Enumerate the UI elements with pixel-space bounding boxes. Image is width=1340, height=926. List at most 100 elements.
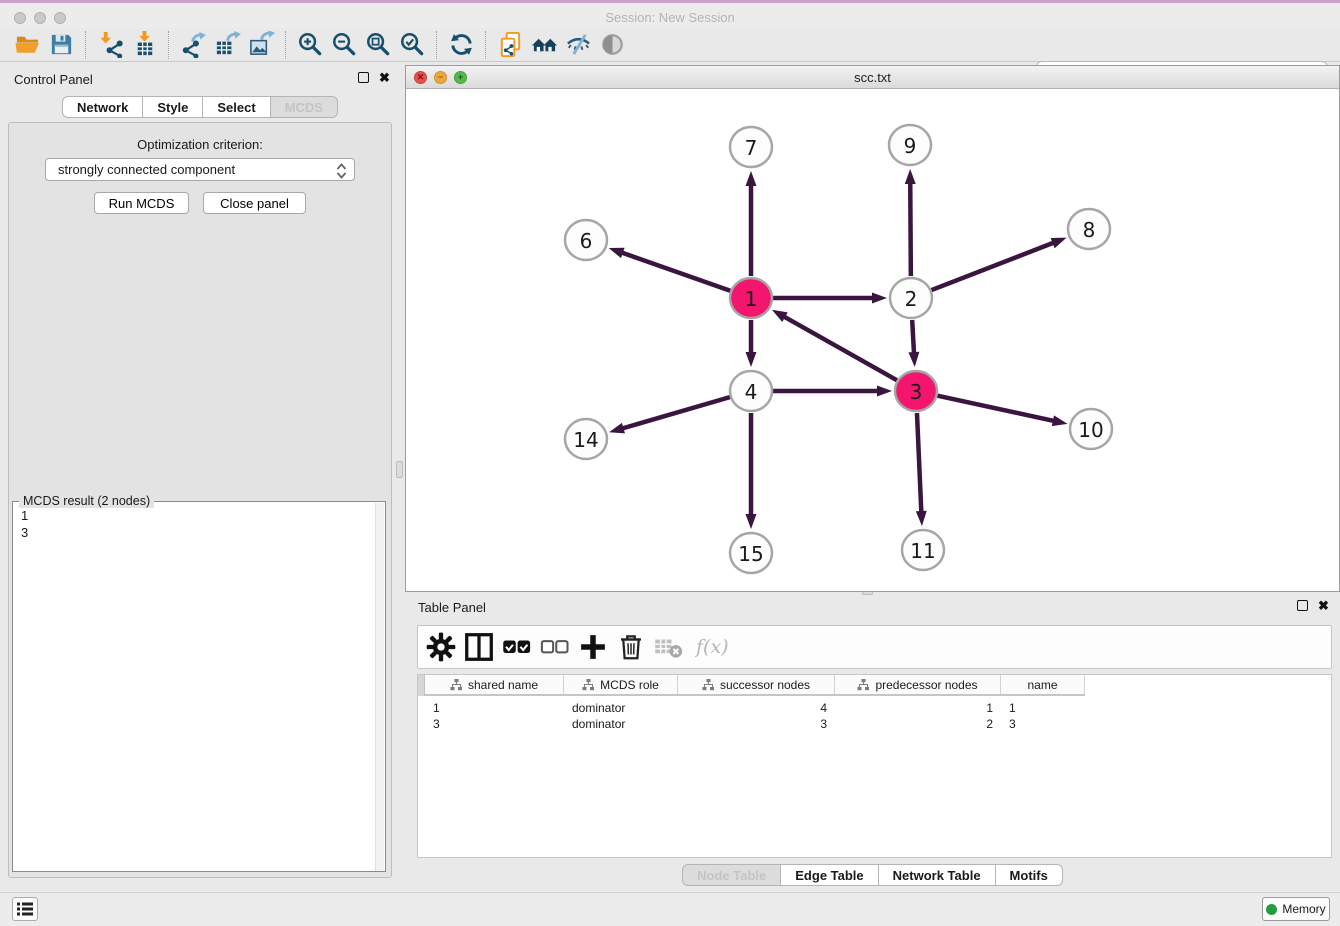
column-header-label: shared name (468, 678, 538, 692)
select-all-icon[interactable] (502, 632, 532, 662)
column-header-shared-name[interactable]: shared name (425, 675, 564, 694)
float-panel-icon[interactable] (358, 72, 369, 83)
run-mcds-button[interactable]: Run MCDS (94, 192, 189, 214)
task-history-button[interactable] (12, 897, 38, 921)
graph-edge-arrow (872, 293, 887, 304)
column-header-mcds-role[interactable]: MCDS role (564, 675, 678, 694)
graph-edge-2-9[interactable] (910, 180, 911, 276)
graph-edge-4-14[interactable] (620, 397, 730, 429)
deselect-all-icon[interactable] (540, 632, 570, 662)
graph-edge-2-3[interactable] (912, 320, 914, 356)
mcds-result-box: MCDS result (2 nodes) 1 3 (12, 501, 386, 872)
graph-node-label: 7 (745, 136, 758, 160)
zoom-fit-icon[interactable] (361, 30, 395, 60)
column-header-label: predecessor nodes (875, 678, 977, 692)
tab-style[interactable]: Style (143, 96, 203, 118)
criterion-value: strongly connected component (58, 162, 235, 177)
graph-edge-1-6[interactable] (619, 252, 730, 291)
graph-edge-arrow (746, 171, 757, 186)
export-table-icon[interactable] (210, 30, 244, 60)
table-cell: 1 (835, 700, 1001, 716)
graph-edge-3-1[interactable] (781, 315, 896, 380)
graph-edge-arrow (916, 511, 927, 526)
table-cell: dominator (564, 716, 678, 732)
hierarchy-icon (582, 679, 595, 691)
hierarchy-icon (702, 679, 715, 691)
open-folder-icon[interactable] (10, 30, 44, 60)
hide-icon[interactable] (561, 30, 595, 60)
function-icon: f(x) (692, 636, 729, 658)
close-panel-icon[interactable]: ✖ (379, 72, 390, 83)
gear-icon[interactable] (426, 632, 456, 662)
network-canvas[interactable]: 7968124314101511 (406, 89, 1339, 591)
graph-edge-2-8[interactable] (932, 242, 1057, 290)
table-cell: dominator (564, 700, 678, 716)
close-panel-button[interactable]: Close panel (203, 192, 306, 214)
graph-node-label: 4 (745, 380, 758, 404)
toolbar-separator (285, 31, 286, 59)
save-icon[interactable] (44, 30, 78, 60)
column-header-label: name (1027, 678, 1057, 692)
graph-node-label: 1 (745, 287, 758, 311)
table-row-gutter (418, 675, 425, 696)
graph-node-label: 15 (738, 542, 763, 566)
toolbar-separator (85, 31, 86, 59)
main-titlebar[interactable]: Session: New Session (0, 3, 1340, 28)
import-table-icon[interactable] (127, 30, 161, 60)
table-row[interactable]: 3dominator323 (425, 716, 1085, 732)
graph-edge-arrow (1051, 238, 1067, 249)
criterion-select[interactable]: strongly connected component (45, 158, 355, 181)
import-network-icon[interactable] (93, 30, 127, 60)
columns-icon[interactable] (464, 632, 494, 662)
tab-node-table[interactable]: Node Table (682, 864, 781, 886)
control-panel-title: Control Panel (14, 72, 93, 87)
add-icon[interactable] (578, 632, 608, 662)
column-header-label: MCDS role (600, 678, 659, 692)
column-header-successor-nodes[interactable]: successor nodes (678, 675, 835, 694)
toolbar-separator (485, 31, 486, 59)
graph-edge-3-11[interactable] (917, 413, 921, 515)
tab-motifs[interactable]: Motifs (996, 864, 1063, 886)
refresh-icon[interactable] (444, 30, 478, 60)
tab-network[interactable]: Network (62, 96, 143, 118)
zoom-selected-icon[interactable] (395, 30, 429, 60)
graph-node-label: 8 (1083, 218, 1096, 242)
mcds-result-text[interactable]: 1 3 (13, 503, 375, 871)
table-row[interactable]: 1dominator411 (425, 700, 1085, 716)
column-header-name[interactable]: name (1001, 675, 1085, 694)
export-network-icon[interactable] (176, 30, 210, 60)
table-toolbar: f(x) (417, 625, 1332, 669)
table-cell: 4 (678, 700, 835, 716)
list-icon (16, 901, 34, 917)
control-panel-tabbar: NetworkStyleSelectMCDS (62, 96, 338, 118)
float-table-panel-icon[interactable] (1297, 600, 1308, 611)
zoom-in-icon[interactable] (293, 30, 327, 60)
delete-icon[interactable] (616, 632, 646, 662)
graph-edge-arrow (877, 386, 892, 397)
main-toolbar (0, 28, 1340, 62)
tab-mcds[interactable]: MCDS (271, 96, 338, 118)
graph-edge-3-10[interactable] (937, 396, 1056, 422)
table-panel-title: Table Panel (418, 600, 486, 615)
duplicate-network-icon[interactable] (493, 30, 527, 60)
memory-button[interactable]: Memory (1262, 897, 1330, 921)
graph-edge-arrow (746, 514, 757, 529)
home-icon[interactable] (527, 30, 561, 60)
zoom-out-icon[interactable] (327, 30, 361, 60)
network-window-titlebar[interactable]: ✕ − + scc.txt (406, 66, 1339, 89)
table-cell: 2 (835, 716, 1001, 732)
table-panel-tabbar: Node TableEdge TableNetwork TableMotifs (682, 864, 1063, 886)
tab-select[interactable]: Select (203, 96, 270, 118)
close-table-panel-icon[interactable]: ✖ (1318, 600, 1329, 611)
graph-node-label: 11 (910, 539, 935, 563)
show-icon[interactable] (595, 30, 629, 60)
column-header-label: successor nodes (720, 678, 810, 692)
tab-network-table[interactable]: Network Table (879, 864, 996, 886)
graph-edge-arrow (772, 310, 788, 322)
mcds-result-scrollbar[interactable] (375, 503, 384, 871)
column-header-predecessor-nodes[interactable]: predecessor nodes (835, 675, 1001, 694)
export-image-icon[interactable] (244, 30, 278, 60)
graph-edge-arrow (609, 423, 625, 434)
vertical-splitter-grip[interactable] (396, 461, 403, 478)
tab-edge-table[interactable]: Edge Table (781, 864, 878, 886)
